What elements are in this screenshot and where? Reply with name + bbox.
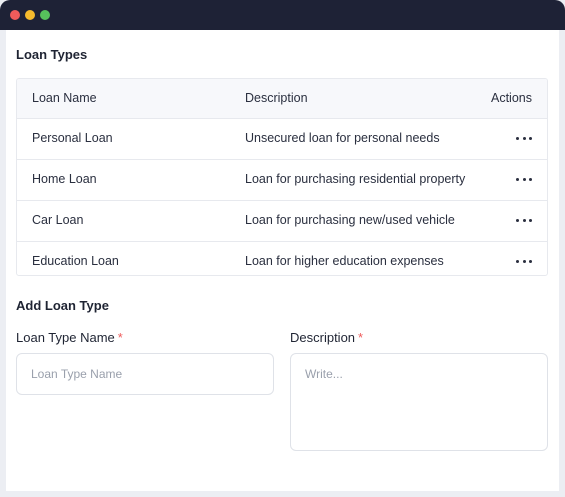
table-row: Home Loan Loan for purchasing residentia…: [17, 160, 547, 201]
loan-description-cell: Loan for purchasing residential property: [245, 172, 466, 186]
loan-types-table: Loan Name Description Actions Personal L…: [16, 78, 548, 276]
description-label-text: Description: [290, 330, 356, 345]
column-header-name: Loan Name: [32, 91, 97, 105]
minimize-window-button[interactable]: [25, 10, 35, 20]
loan-type-name-label: Loan Type Name *: [16, 330, 123, 345]
main-content: Loan Types Loan Name Description Actions…: [6, 30, 559, 491]
more-horizontal-icon[interactable]: [516, 132, 532, 144]
loan-name-cell: Education Loan: [32, 254, 119, 268]
column-header-actions: Actions: [491, 91, 532, 105]
add-loan-type-title: Add Loan Type: [16, 298, 109, 313]
loan-name-cell: Car Loan: [32, 213, 84, 227]
loan-description-cell: Loan for purchasing new/used vehicle: [245, 213, 455, 227]
table-row: Car Loan Loan for purchasing new/used ve…: [17, 201, 547, 242]
loan-name-cell: Personal Loan: [32, 131, 113, 145]
required-marker: *: [117, 330, 123, 345]
more-horizontal-icon[interactable]: [516, 173, 532, 185]
table-row: Education Loan Loan for higher education…: [17, 242, 547, 275]
loan-types-title: Loan Types: [16, 47, 88, 62]
description-label: Description *: [290, 330, 363, 345]
loan-description-cell: Unsecured loan for personal needs: [245, 131, 440, 145]
loan-description-cell: Loan for higher education expenses: [245, 254, 444, 268]
more-horizontal-icon[interactable]: [516, 214, 532, 226]
loan-type-name-input[interactable]: [16, 353, 274, 395]
close-window-button[interactable]: [10, 10, 20, 20]
app-window: Loan Types Loan Name Description Actions…: [0, 0, 565, 497]
maximize-window-button[interactable]: [40, 10, 50, 20]
loan-name-cell: Home Loan: [32, 172, 97, 186]
column-header-description: Description: [245, 91, 308, 105]
table-row: Personal Loan Unsecured loan for persona…: [17, 119, 547, 160]
required-marker: *: [358, 330, 364, 345]
description-textarea[interactable]: [290, 353, 548, 451]
table-header: Loan Name Description Actions: [17, 79, 547, 119]
loan-type-name-label-text: Loan Type Name: [16, 330, 115, 345]
title-bar: [0, 0, 565, 30]
more-horizontal-icon[interactable]: [516, 255, 532, 267]
